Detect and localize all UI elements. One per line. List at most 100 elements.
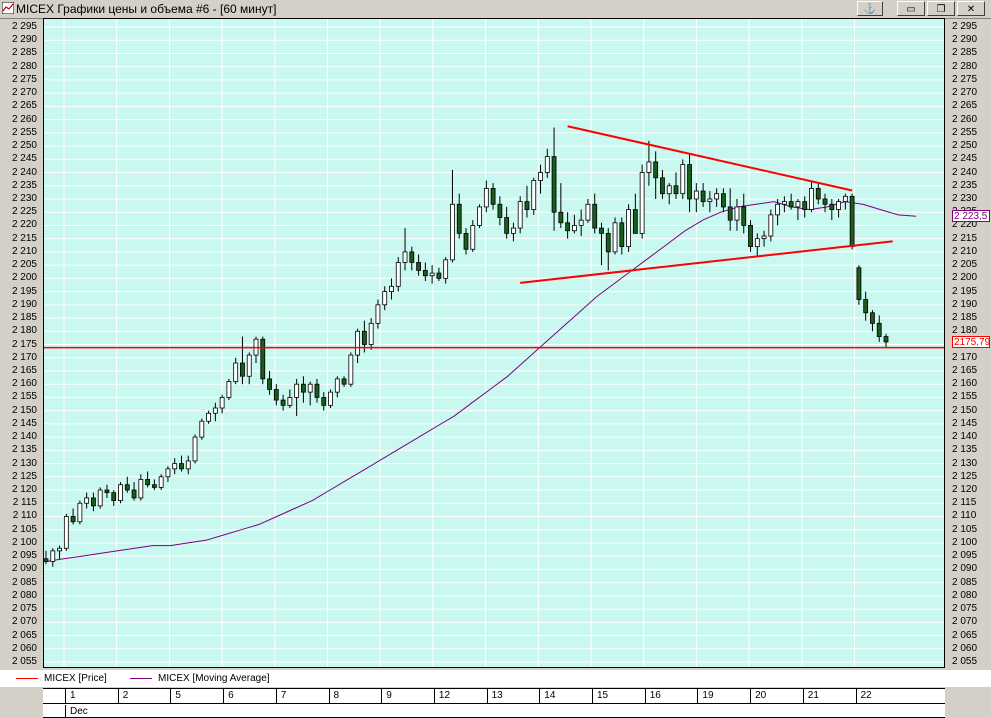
- y-tick-label: 2 290: [11, 34, 37, 46]
- candle-body: [815, 187, 821, 200]
- candle-body: [741, 206, 747, 226]
- legend-swatch-ma: [130, 677, 152, 679]
- minimize-button[interactable]: ▭: [897, 1, 925, 16]
- candle-body: [97, 489, 103, 507]
- candle-body: [707, 198, 713, 203]
- y-tick-label: 2 225: [11, 206, 37, 218]
- candle-body: [192, 436, 198, 462]
- candle-body: [626, 209, 631, 248]
- candle-body: [592, 203, 598, 229]
- y-tick-label: 2 275: [952, 73, 978, 85]
- y-tick-label: 2 195: [952, 285, 978, 297]
- y-tick-label: 2 085: [11, 576, 37, 588]
- candle-body: [829, 203, 835, 210]
- candle-body: [585, 203, 591, 221]
- window-title: MICEX Графики цены и объема #6 - [60 мин…: [16, 2, 277, 16]
- y-tick-label: 2 090: [11, 563, 37, 575]
- candle-body: [619, 222, 625, 248]
- candle-body: [124, 484, 130, 491]
- candle-body: [687, 164, 692, 200]
- candle-body: [734, 206, 740, 221]
- y-tick-label: 2 170: [952, 351, 978, 363]
- y-tick-label: 2 175: [11, 338, 37, 350]
- y-tick-label: 2 170: [11, 351, 37, 363]
- candle-body: [863, 299, 869, 314]
- candle-body: [551, 156, 557, 213]
- candle-body: [443, 259, 449, 279]
- y-tick-label: 2 285: [11, 47, 37, 59]
- y-tick-label: 2 085: [952, 576, 978, 588]
- y-tick-label: 2 190: [952, 298, 978, 310]
- candle-body: [334, 378, 340, 393]
- y-tick-label: 2 080: [11, 589, 37, 601]
- y-tick-label: 2 215: [11, 232, 37, 244]
- minimize-icon: ▭: [906, 4, 916, 15]
- x-tick-label: 20: [750, 689, 766, 704]
- y-tick-label: 2 280: [952, 60, 978, 72]
- candle-body: [477, 206, 482, 226]
- x-tick-label: 19: [697, 689, 714, 704]
- candle-body: [870, 312, 875, 324]
- y-axis-right: 2 055 2 060 2 065 2 070 2 075 2 080 2 085 2 090…: [947, 0, 991, 718]
- candle-body: [348, 354, 354, 385]
- candle-body: [151, 484, 157, 488]
- candle-body: [517, 201, 523, 229]
- y-tick-label: 2 070: [952, 616, 978, 628]
- y-tick-label: 2 095: [952, 550, 978, 562]
- y-tick-label: 2 090: [952, 563, 978, 575]
- y-tick-label: 2 145: [11, 417, 37, 429]
- anchor-button[interactable]: ⚓: [857, 1, 883, 16]
- last-price-marker: 2175,79: [952, 336, 990, 349]
- y-tick-label: 2 125: [952, 470, 978, 482]
- candle-body: [558, 211, 564, 224]
- candle-body: [138, 479, 144, 499]
- candle-body: [212, 407, 218, 414]
- y-tick-label: 2 070: [11, 616, 37, 628]
- x-tick-label: 14: [539, 689, 555, 704]
- resistance-trend-line: [567, 125, 853, 192]
- candle-body: [240, 362, 245, 377]
- candle-body: [409, 251, 415, 263]
- x-tick-label: 15: [592, 689, 608, 704]
- candle-body: [422, 270, 428, 277]
- candle-body: [341, 378, 347, 385]
- candle-body: [111, 492, 117, 502]
- y-tick-label: 2 265: [952, 100, 978, 112]
- y-tick-label: 2 200: [952, 272, 978, 284]
- candle-body: [118, 484, 123, 502]
- candle-body: [538, 172, 543, 181]
- y-tick-label: 2 110: [12, 510, 37, 522]
- candle-body: [429, 272, 435, 277]
- y-tick-label: 2 185: [952, 312, 978, 324]
- y-tick-label: 2 160: [952, 378, 978, 390]
- candle-body: [219, 397, 225, 409]
- candle-body: [822, 198, 828, 205]
- candle-body: [775, 203, 781, 216]
- y-tick-label: 2 165: [11, 364, 37, 376]
- chart-plot-area[interactable]: [43, 18, 945, 668]
- candle-body: [44, 558, 49, 562]
- candle-body: [795, 201, 801, 208]
- candle-body: [91, 497, 96, 507]
- y-tick-label: 2 075: [952, 603, 978, 615]
- candle-body: [70, 516, 76, 523]
- candle-body: [287, 397, 293, 406]
- y-tick-label: 2 080: [952, 589, 978, 601]
- legend-item-ma: MICEX [Moving Average]: [130, 673, 270, 684]
- candle-body: [544, 156, 550, 173]
- candle-body: [470, 225, 476, 250]
- y-tick-label: 2 150: [11, 404, 37, 416]
- candle-body: [781, 201, 787, 205]
- candle-body: [524, 201, 530, 210]
- candle-body: [280, 399, 286, 406]
- candle-body: [660, 177, 665, 195]
- candle-body: [809, 187, 814, 210]
- y-tick-label: 2 260: [11, 113, 37, 125]
- y-tick-label: 2 115: [952, 497, 977, 509]
- support-trend-line: [520, 240, 893, 284]
- candle-body: [402, 251, 408, 263]
- candle-body: [666, 185, 672, 195]
- candle-body: [727, 206, 733, 221]
- candle-body: [226, 381, 232, 398]
- candle-body: [565, 222, 571, 232]
